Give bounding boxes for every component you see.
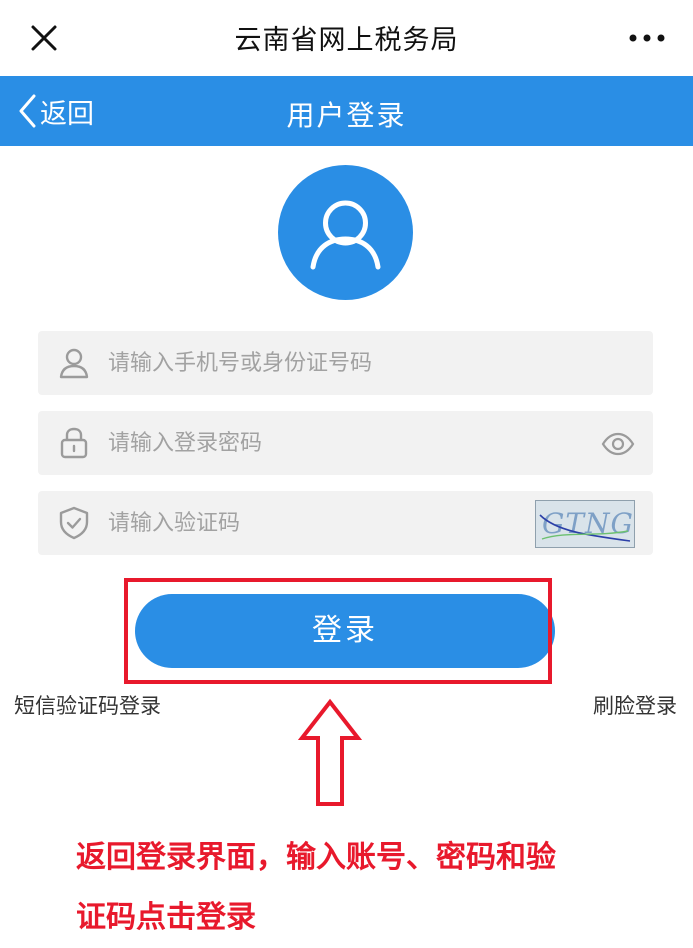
login-button[interactable]: 登录 <box>135 594 555 668</box>
password-input[interactable] <box>108 411 578 475</box>
account-input[interactable] <box>108 331 578 395</box>
sms-login-link[interactable]: 短信验证码登录 <box>14 690 161 720</box>
user-icon <box>56 345 92 381</box>
more-icon[interactable] <box>627 22 667 54</box>
face-login-link[interactable]: 刷脸登录 <box>593 690 677 720</box>
instruction-line-2: 证码点击登录 <box>76 900 256 935</box>
lock-icon <box>56 425 92 461</box>
avatar <box>278 165 413 300</box>
captcha-noise <box>539 514 631 542</box>
shield-icon <box>56 505 92 541</box>
user-avatar-icon <box>310 200 381 270</box>
account-field <box>38 331 653 395</box>
nav-header: 返回 用户登录 <box>0 76 693 146</box>
page-title: 用户登录 <box>286 99 407 132</box>
captcha-input[interactable] <box>108 491 528 555</box>
captcha-field: GTNG <box>38 491 653 555</box>
captcha-image[interactable]: GTNG <box>535 500 635 548</box>
app-title: 云南省网上税务局 <box>234 25 459 56</box>
password-field <box>38 411 653 475</box>
top-bar: 云南省网上税务局 <box>0 0 693 76</box>
arrow-up-icon <box>296 698 364 810</box>
instruction-text: 返回登录界面，输入账号、密码和验 证码点击登录 <box>76 828 636 948</box>
instruction-line-1: 返回登录界面，输入账号、密码和验 <box>76 840 556 875</box>
eye-icon[interactable] <box>601 427 635 461</box>
